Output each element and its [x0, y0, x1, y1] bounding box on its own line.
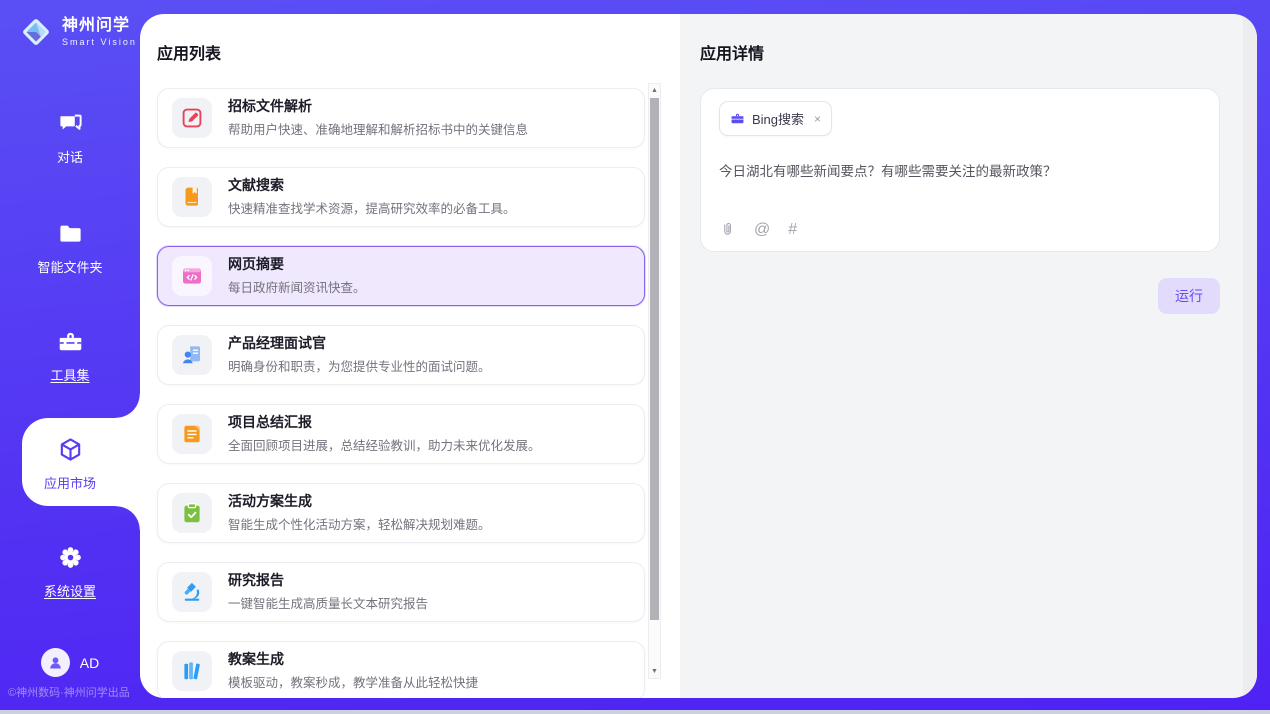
app-icon-tile	[172, 98, 212, 138]
run-row: 运行	[700, 278, 1220, 314]
app-description: 帮助用户快速、准确地理解和解析招标书中的关键信息	[228, 119, 528, 138]
brand-name: 神州问学	[62, 17, 130, 34]
sidebar-item-cube[interactable]: 应用市场	[0, 436, 140, 492]
chip-close-icon[interactable]: ×	[814, 112, 821, 126]
scroll-up-arrow-icon[interactable]: ▲	[649, 84, 660, 97]
app-detail-title: 应用详情	[700, 40, 1257, 64]
user-row[interactable]: AD	[0, 648, 140, 677]
app-list-title: 应用列表	[157, 40, 680, 64]
sidebar-item-label: 应用市场	[0, 473, 140, 492]
app-icon-tile	[172, 651, 212, 691]
app-card[interactable]: 研究报告一键智能生成高质量长文本研究报告	[157, 562, 645, 622]
app-cards: 招标文件解析帮助用户快速、准确地理解和解析招标书中的关键信息文献搜索快速精准查找…	[157, 88, 645, 698]
briefcase-icon	[730, 111, 745, 126]
scroll-down-arrow-icon[interactable]: ▼	[649, 665, 660, 678]
app-card[interactable]: 招标文件解析帮助用户快速、准确地理解和解析招标书中的关键信息	[157, 88, 645, 148]
app-description: 模板驱动，教案秒成，教学准备从此轻松快捷	[228, 672, 478, 691]
hash-icon[interactable]: #	[788, 221, 797, 238]
prompt-card[interactable]: Bing搜索 × 今日湖北有哪些新闻要点？有哪些需要关注的最新政策？ @#	[700, 88, 1220, 252]
sidebar-footer: ©神州数码·神州问学出品	[8, 684, 140, 700]
app-list-scrollbar[interactable]: ▲ ▼	[648, 83, 661, 679]
sidebar-item-gear[interactable]: 系统设置	[0, 544, 140, 600]
brand-subtitle: Smart Vision	[62, 37, 137, 47]
clipboard-check-icon	[180, 501, 204, 525]
brand: 神州问学 Smart Vision	[18, 14, 137, 50]
report-note-icon	[180, 422, 204, 446]
toolbox-icon	[57, 328, 84, 355]
app-description: 全面回顾项目进展，总结经验教训，助力未来优化发展。	[228, 435, 541, 454]
app-name: 产品经理面试官	[228, 335, 491, 353]
prompt-toolbar: @#	[719, 221, 797, 238]
app-description: 明确身份和职责，为您提供专业性的面试问题。	[228, 356, 491, 375]
user-name: AD	[80, 655, 99, 671]
main-content: 应用列表 招标文件解析帮助用户快速、准确地理解和解析招标书中的关键信息文献搜索快…	[140, 14, 1257, 698]
app-icon-tile	[172, 414, 212, 454]
tool-chip-label: Bing搜索	[752, 109, 804, 128]
sidebar-item-label: 智能文件夹	[0, 257, 140, 276]
app-icon-tile	[172, 493, 212, 533]
book-icon	[180, 185, 204, 209]
brand-logo-icon	[18, 14, 54, 50]
app-name: 招标文件解析	[228, 98, 528, 116]
tool-chip[interactable]: Bing搜索 ×	[719, 101, 832, 136]
avatar	[41, 648, 70, 677]
app-name: 项目总结汇报	[228, 414, 541, 432]
sidebar-item-folder[interactable]: 智能文件夹	[0, 220, 140, 276]
books-icon	[180, 659, 204, 683]
app-card[interactable]: 产品经理面试官明确身份和职责，为您提供专业性的面试问题。	[157, 325, 645, 385]
app-name: 网页摘要	[228, 256, 366, 274]
prompt-text[interactable]: 今日湖北有哪些新闻要点？有哪些需要关注的最新政策？	[719, 160, 1201, 180]
sidebar-item-label: 工具集	[0, 365, 140, 384]
detail-scroll-strip	[1243, 14, 1257, 698]
sidebar-item-label: 对话	[0, 147, 140, 166]
app-description: 每日政府新闻资讯快查。	[228, 277, 366, 296]
sidebar-item-toolbox[interactable]: 工具集	[0, 328, 140, 384]
scrollbar-thumb[interactable]	[650, 98, 659, 620]
app-card[interactable]: 活动方案生成智能生成个性化活动方案，轻松解决规划难题。	[157, 483, 645, 543]
app-name: 教案生成	[228, 651, 478, 669]
microscope-icon	[180, 580, 204, 604]
at-icon[interactable]: @	[754, 221, 770, 238]
app-icon-tile	[172, 572, 212, 612]
app-name: 文献搜索	[228, 177, 516, 195]
app-card[interactable]: 教案生成模板驱动，教案秒成，教学准备从此轻松快捷	[157, 641, 645, 698]
bottom-edge-strip	[0, 710, 1270, 714]
app-icon-tile	[172, 177, 212, 217]
cube-icon	[57, 436, 84, 463]
sidebar-item-chat[interactable]: 对话	[0, 110, 140, 166]
active-tab-fillet-top	[116, 394, 140, 418]
paperclip-icon[interactable]	[719, 221, 736, 238]
edit-doc-icon	[180, 106, 204, 130]
webpage-icon	[180, 264, 204, 288]
gear-icon	[57, 544, 84, 571]
chat-icon	[57, 110, 84, 137]
app-description: 智能生成个性化活动方案，轻松解决规划难题。	[228, 514, 491, 533]
sidebar-item-label: 系统设置	[0, 581, 140, 600]
app-list-panel: 应用列表 招标文件解析帮助用户快速、准确地理解和解析招标书中的关键信息文献搜索快…	[140, 14, 680, 698]
app-description: 快速精准查找学术资源，提高研究效率的必备工具。	[228, 198, 516, 217]
app-card[interactable]: 文献搜索快速精准查找学术资源，提高研究效率的必备工具。	[157, 167, 645, 227]
app-icon-tile	[172, 335, 212, 375]
app-icon-tile	[172, 256, 212, 296]
app-description: 一键智能生成高质量长文本研究报告	[228, 593, 428, 612]
app-name: 研究报告	[228, 572, 428, 590]
run-button[interactable]: 运行	[1158, 278, 1220, 314]
interview-icon	[180, 343, 204, 367]
app-card[interactable]: 网页摘要每日政府新闻资讯快查。	[157, 246, 645, 306]
app-name: 活动方案生成	[228, 493, 491, 511]
folder-icon	[57, 220, 84, 247]
sidebar: 神州问学 Smart Vision 对话智能文件夹工具集应用市场系统设置 AD …	[0, 0, 140, 710]
app-detail-panel: 应用详情 Bing搜索 × 今日湖北有哪些新闻要点？有哪些需要关注的最新政策？ …	[680, 14, 1257, 698]
active-tab-fillet-bottom	[116, 506, 140, 530]
app-card[interactable]: 项目总结汇报全面回顾项目进展，总结经验教训，助力未来优化发展。	[157, 404, 645, 464]
